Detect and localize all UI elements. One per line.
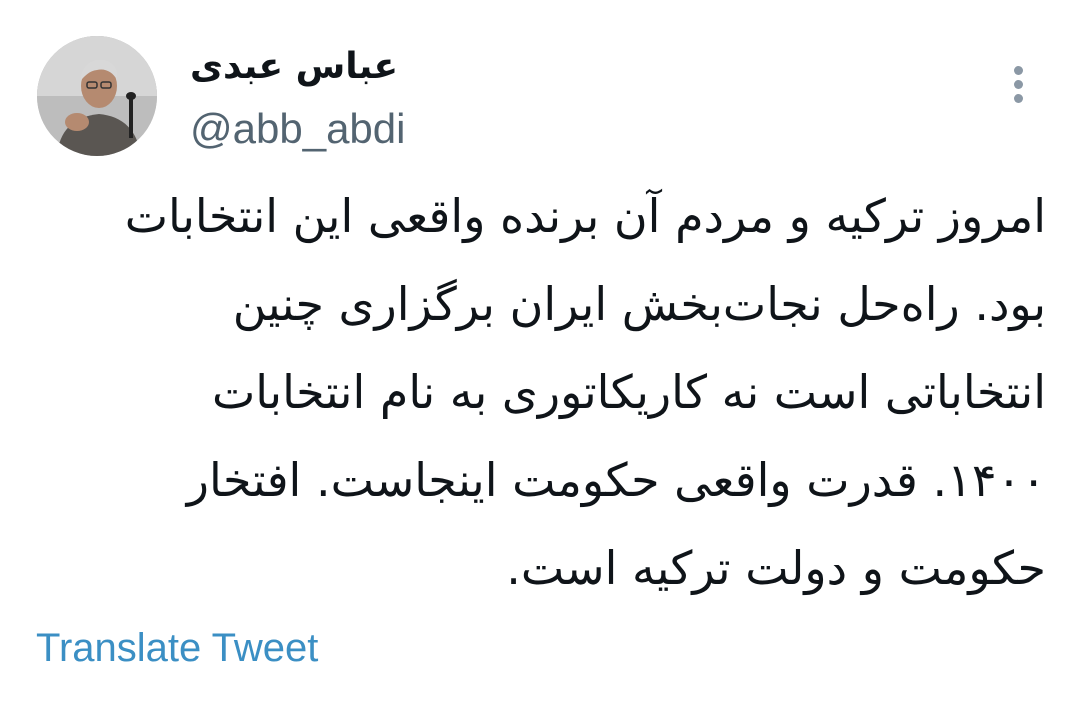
avatar[interactable]	[37, 36, 157, 156]
profile-photo-icon	[37, 36, 157, 156]
translate-tweet-link[interactable]: Translate Tweet	[36, 622, 318, 674]
display-name[interactable]: عباس عبدی	[190, 42, 410, 92]
tweet-text: امروز ترکیه و مردم آن برنده واقعی این ان…	[124, 189, 1046, 595]
user-handle[interactable]: @abb_abdi	[190, 104, 405, 154]
more-vertical-icon	[1014, 66, 1023, 75]
tweet-card: عباس عبدی @abb_abdi امروز ترکیه و مردم آ…	[0, 0, 1080, 717]
more-vertical-icon-dot	[1014, 94, 1023, 103]
more-options-button[interactable]	[1004, 64, 1036, 108]
more-vertical-icon-dot	[1014, 80, 1023, 89]
